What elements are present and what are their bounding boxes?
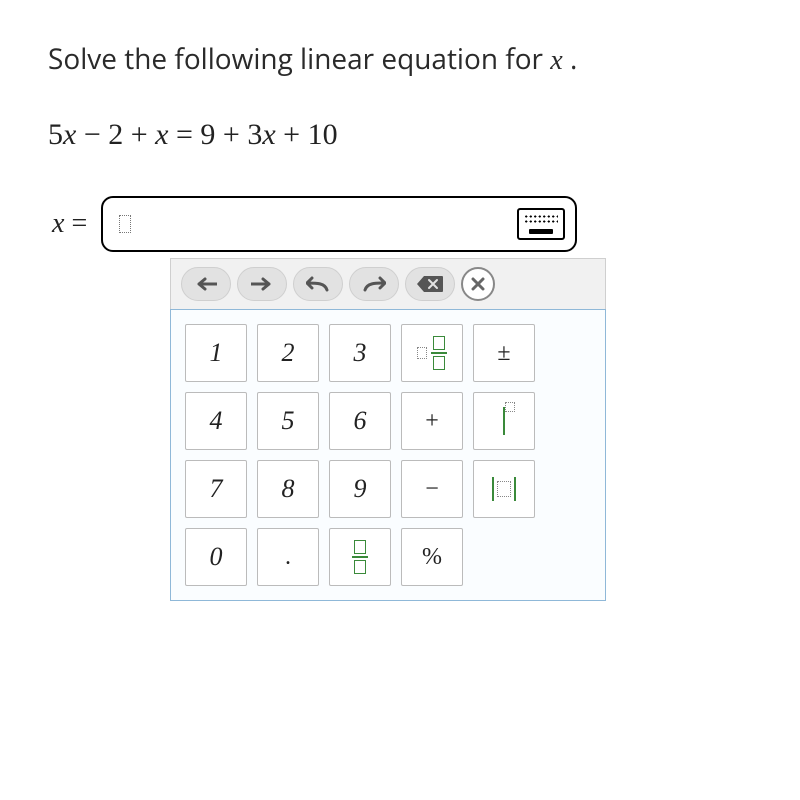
question-prompt: Solve the following linear equation for … [48, 40, 752, 78]
equation-display: 5x − 2 + x = 9 + 3x + 10 [48, 118, 752, 152]
prompt-text: Solve the following linear equation for [48, 40, 550, 78]
key-4[interactable]: 4 [185, 392, 247, 450]
cursor-left-button[interactable] [181, 267, 231, 301]
key-2[interactable]: 2 [257, 324, 319, 382]
cursor-right-button[interactable] [237, 267, 287, 301]
answer-row: x = [48, 196, 752, 252]
key-5[interactable]: 5 [257, 392, 319, 450]
prompt-variable: x [550, 45, 562, 76]
backspace-button[interactable] [405, 267, 455, 301]
key-plus[interactable]: + [401, 392, 463, 450]
prompt-suffix: . [563, 40, 578, 78]
key-1[interactable]: 1 [185, 324, 247, 382]
keypad-toolbar [170, 258, 606, 309]
key-9[interactable]: 9 [329, 460, 391, 518]
answer-label: x = [52, 208, 87, 240]
key-minus[interactable]: − [401, 460, 463, 518]
keyboard-icon[interactable] [517, 208, 565, 240]
answer-placeholder-box [119, 215, 131, 233]
answer-input[interactable] [101, 196, 577, 252]
keypad-grid: 1 2 3 ± 4 5 6 + 7 8 9 − 0 . % [170, 309, 606, 601]
key-plus-minus[interactable]: ± [473, 324, 535, 382]
key-0[interactable]: 0 [185, 528, 247, 586]
key-exponent[interactable] [473, 392, 535, 450]
key-mixed-fraction[interactable] [401, 324, 463, 382]
key-6[interactable]: 6 [329, 392, 391, 450]
clear-button[interactable] [461, 267, 495, 301]
key-7[interactable]: 7 [185, 460, 247, 518]
undo-button[interactable] [293, 267, 343, 301]
key-absolute-value[interactable] [473, 460, 535, 518]
redo-button[interactable] [349, 267, 399, 301]
math-keypad: 1 2 3 ± 4 5 6 + 7 8 9 − 0 . % [170, 258, 606, 601]
key-fraction[interactable] [329, 528, 391, 586]
key-3[interactable]: 3 [329, 324, 391, 382]
key-percent[interactable]: % [401, 528, 463, 586]
key-decimal[interactable]: . [257, 528, 319, 586]
key-8[interactable]: 8 [257, 460, 319, 518]
